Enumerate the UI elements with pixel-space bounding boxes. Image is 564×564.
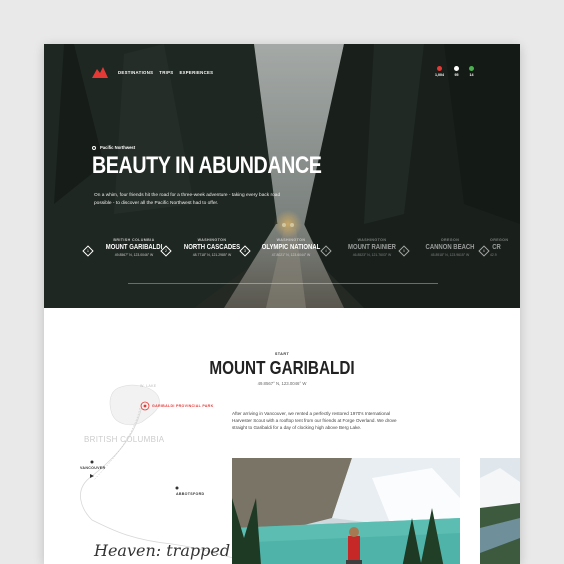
stop-coord: 47.8021° N, 123.6044° W bbox=[271, 253, 311, 257]
map-label-vancouver: VANCOUVER bbox=[80, 466, 106, 470]
stop-item[interactable]: OREGON CANNON BEACH 45.8918° N, 123.9615… bbox=[410, 238, 490, 257]
stop-item[interactable]: WASHINGTON NORTH CASCADES 48.7718° N, 12… bbox=[172, 238, 252, 257]
heart-icon bbox=[437, 66, 442, 71]
stop-coord: 42.9 bbox=[490, 253, 497, 257]
section-title: MOUNT GARIBALDI bbox=[209, 358, 355, 378]
stop-region: WASHINGTON bbox=[357, 238, 387, 242]
mountain-logo-icon[interactable] bbox=[92, 66, 108, 78]
side-photo-preview[interactable] bbox=[480, 458, 520, 564]
likes-count: 1,004 bbox=[435, 73, 444, 77]
stop-region: OREGON bbox=[490, 238, 509, 242]
map-label-start: GARIBALDI PROVINCIAL PARK bbox=[152, 404, 214, 408]
nav-link-destinations[interactable]: DESTINATIONS bbox=[118, 70, 153, 75]
side-photo-image bbox=[480, 458, 520, 564]
map-label-province: BRITISH COLUMBIA bbox=[84, 435, 165, 444]
share-icon bbox=[469, 66, 474, 71]
nav-link-trips[interactable]: TRIPS bbox=[159, 70, 173, 75]
region-tag: Pacific Northwest bbox=[92, 145, 135, 150]
section-label: START bbox=[274, 352, 290, 356]
stop-name: OLYMPIC NATIONAL bbox=[261, 244, 321, 251]
stop-item[interactable]: WASHINGTON OLYMPIC NATIONAL 47.8021° N, … bbox=[251, 238, 331, 257]
stop-item[interactable]: OREGON CR 42.9 bbox=[490, 238, 520, 257]
stop-region: WASHINGTON bbox=[197, 238, 227, 242]
hero-description: On a whim, four friends hit the road for… bbox=[94, 193, 281, 206]
pull-quote: Heaven: trapped bbox=[94, 541, 231, 560]
hero-title: BEAUTY IN ABUNDANCE bbox=[92, 152, 322, 179]
garibaldi-lake-photo[interactable] bbox=[232, 458, 460, 564]
location-pin-icon bbox=[92, 145, 96, 150]
stat-shares[interactable]: 14 bbox=[469, 66, 474, 77]
top-nav: DESTINATIONS TRIPS EXPERIENCES bbox=[92, 66, 219, 78]
stop-coord: 45.8918° N, 123.9615° W bbox=[430, 253, 470, 257]
garibaldi-lake-image bbox=[232, 458, 460, 564]
map-label-abbotsford: ABBOTSFORD bbox=[176, 492, 205, 496]
stat-likes[interactable]: 1,004 bbox=[435, 66, 444, 77]
stop-region: WASHINGTON bbox=[276, 238, 306, 242]
shares-count: 14 bbox=[469, 73, 474, 77]
stop-marker-1[interactable]: 1 bbox=[82, 245, 94, 257]
route-map[interactable]: GARIBALDI PROVINCIAL PARK BRITISH COLUMB… bbox=[72, 380, 242, 560]
trip-stops-carousel: 1 BRITISH COLUMBIA MOUNT GARIBALDI 49.85… bbox=[82, 238, 520, 268]
stop-name: MOUNT GARIBALDI bbox=[105, 244, 163, 251]
nav-link-experiences[interactable]: EXPERIENCES bbox=[179, 70, 213, 75]
trip-progress-fill bbox=[128, 283, 221, 284]
comments-count: 95 bbox=[454, 73, 459, 77]
stat-comments[interactable]: 95 bbox=[454, 66, 459, 77]
trip-progress-bar[interactable] bbox=[128, 283, 438, 284]
stop-name: CANNON BEACH bbox=[425, 244, 475, 251]
intro-paragraph: After arriving in Vancouver, we rented a… bbox=[232, 411, 397, 430]
region-label: Pacific Northwest bbox=[100, 145, 136, 150]
stop-name: MOUNT RAINIER bbox=[348, 244, 396, 251]
social-stats: 1,004 95 14 bbox=[435, 66, 474, 77]
hero-banner: DESTINATIONS TRIPS EXPERIENCES 1,004 95 … bbox=[44, 44, 520, 308]
stop-region: BRITISH COLUMBIA bbox=[113, 238, 155, 242]
stop-name: NORTH CASCADES bbox=[183, 244, 241, 251]
stop-coord: 48.7718° N, 121.2985° W bbox=[192, 253, 232, 257]
comment-icon bbox=[454, 66, 459, 71]
page: DESTINATIONS TRIPS EXPERIENCES 1,004 95 … bbox=[44, 44, 520, 564]
stop-region: OREGON bbox=[440, 238, 460, 242]
stop-name: CR bbox=[492, 244, 501, 251]
map-label-lake: W. LAKE bbox=[140, 384, 157, 388]
